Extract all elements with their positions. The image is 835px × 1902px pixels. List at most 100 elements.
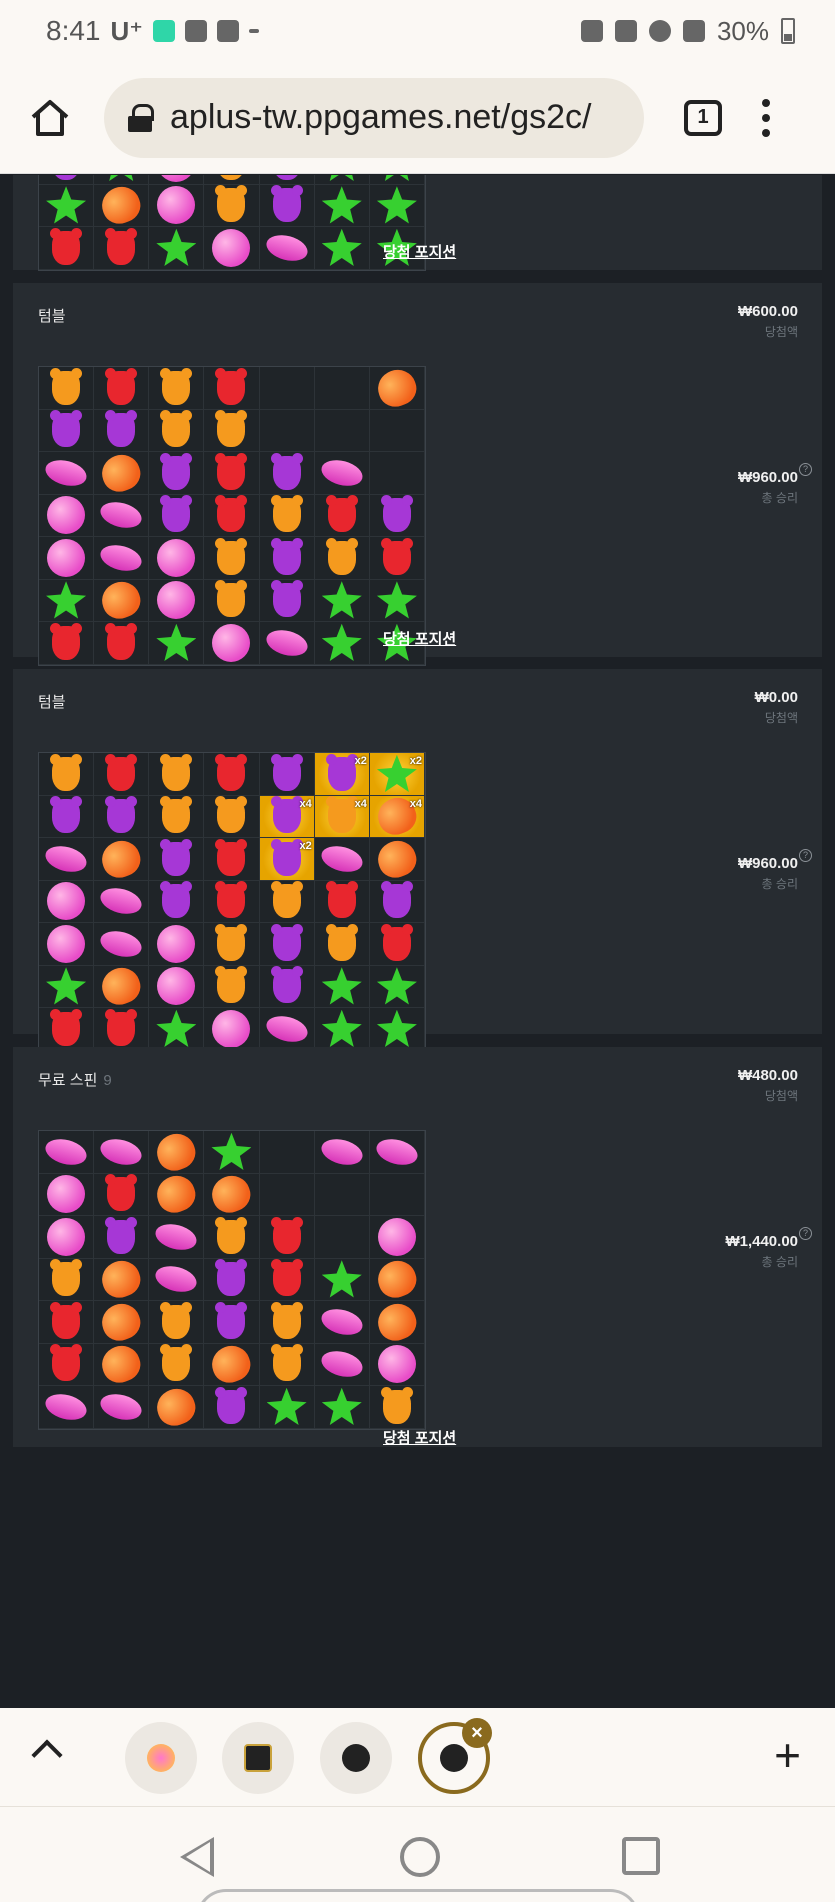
bear-purple-symbol-icon (270, 185, 303, 223)
help-icon[interactable]: ? (799, 463, 812, 476)
reel-cell (259, 1216, 315, 1259)
star-symbol-icon (156, 1009, 197, 1047)
new-tab-plus-icon[interactable]: + (774, 1732, 801, 1778)
bean-symbol-icon (318, 1347, 366, 1382)
reel-cell (369, 452, 425, 495)
reel-cell (259, 494, 315, 537)
reel-cell (314, 367, 370, 410)
bear-orange-symbol-icon (160, 367, 193, 405)
reel-cell (94, 367, 150, 410)
reel-cell (204, 1131, 260, 1174)
bear-purple-symbol-icon (52, 175, 81, 180)
total-win-label: 총 승리 (761, 877, 798, 891)
help-icon[interactable]: ? (799, 849, 812, 862)
reel-cell (259, 923, 315, 966)
reel-cell (94, 449, 150, 497)
reel-cell (149, 1128, 205, 1176)
reel-cell (314, 1301, 370, 1344)
winning-positions-link[interactable]: 당첨 포지션 (13, 1427, 822, 1448)
bear-red-symbol-icon (50, 1344, 83, 1382)
tab-globe[interactable] (320, 1722, 392, 1794)
gesture-handle (196, 1889, 640, 1902)
close-tab-icon[interactable]: × (462, 1718, 492, 1748)
browser-toolbar: aplus-tw.ppgames.net/gs2c/ 1 (0, 62, 835, 174)
bear-orange-symbol-icon (325, 537, 358, 575)
reel-cell (149, 838, 205, 881)
bear-purple-symbol-icon (380, 881, 413, 919)
bear-purple-symbol-icon (105, 796, 138, 834)
tab-globe-active[interactable]: × (418, 1718, 492, 1794)
reel-cell (369, 835, 425, 883)
reel-cell (369, 1343, 425, 1386)
mute-icon (614, 20, 637, 42)
browser-menu-button[interactable] (762, 98, 770, 137)
heart-symbol-icon (97, 181, 146, 229)
winning-positions-link[interactable]: 당첨 포지션 (13, 241, 822, 262)
bean-symbol-icon (42, 455, 90, 490)
reel-cell (149, 409, 205, 452)
reel-cell (259, 753, 315, 796)
bean-symbol-icon (152, 1262, 200, 1297)
reel-cell (369, 880, 425, 923)
heart-symbol-icon (372, 1298, 421, 1346)
bear-purple-symbol-icon (270, 580, 303, 618)
star-symbol-icon (376, 175, 417, 181)
bear-orange-symbol-icon (215, 923, 248, 961)
bear-orange-symbol-icon (215, 185, 248, 223)
reel-cell (369, 409, 425, 452)
multiplier-badge: x2 (409, 755, 422, 767)
bear-purple-symbol-icon (270, 753, 303, 791)
chat-notification-icon (185, 20, 207, 42)
help-icon[interactable]: ? (799, 1227, 812, 1240)
reel-cell (39, 838, 95, 881)
bear-red-symbol-icon (270, 1216, 303, 1254)
reel-cell: x4 (369, 792, 425, 840)
reel-cell (314, 923, 370, 966)
reel-cell (314, 965, 370, 1008)
lolli-symbol-icon (47, 924, 86, 963)
nav-recents-icon[interactable] (622, 1837, 660, 1875)
nav-back-icon[interactable] (180, 1837, 214, 1877)
reel-cell (369, 1131, 425, 1174)
bean-symbol-icon (152, 1219, 200, 1254)
bear-purple-symbol-icon (215, 1386, 248, 1424)
reel-cell (94, 409, 150, 452)
bear-orange-symbol-icon (215, 580, 248, 618)
lolli-symbol-icon (157, 967, 196, 1006)
multiplier-badge: x2 (299, 840, 312, 852)
home-casino-icon (244, 1744, 272, 1772)
bean-symbol-icon (97, 926, 145, 961)
bear-purple-symbol-icon (215, 1301, 248, 1339)
history-content[interactable]: 당첨 포지션 텀블 ₩600.00 당첨액 ₩960.00 총 승리 ? 당첨 … (0, 175, 835, 1708)
tab-count: 1 (697, 106, 709, 128)
bear-red-symbol-icon (215, 367, 248, 405)
reel-cell (314, 409, 370, 452)
lolli-symbol-icon (47, 538, 86, 577)
bean-symbol-icon (97, 1389, 145, 1424)
reel-cell (259, 1008, 315, 1051)
reel-cell (259, 409, 315, 452)
bear-red-symbol-icon (105, 1008, 138, 1046)
winning-positions-link[interactable]: 당첨 포지션 (13, 628, 822, 649)
tab-home-casino[interactable] (222, 1722, 294, 1794)
reel-cell (94, 880, 150, 923)
nav-home-icon[interactable] (400, 1837, 440, 1877)
star-symbol-icon (321, 1260, 362, 1298)
reel-cell (259, 1258, 315, 1301)
url-field[interactable]: aplus-tw.ppgames.net/gs2c/ (104, 77, 644, 158)
reel-cell (39, 494, 95, 537)
reel-grid: x2 x2 x4 x4 x4 x2 (38, 752, 426, 1052)
reel-cell (204, 184, 260, 227)
reel-cell (369, 1298, 425, 1346)
card-title: 텀블 (38, 308, 66, 325)
bean-symbol-icon (318, 1304, 366, 1339)
reel-cell (314, 494, 370, 537)
expand-tabs-chevron-up-icon[interactable] (31, 1739, 63, 1771)
win-amount: ₩0.00 당첨액 (755, 689, 798, 726)
reel-cell (149, 753, 205, 796)
reel-cell (204, 880, 260, 923)
reel-cell: x4 (259, 795, 315, 838)
home-button[interactable] (22, 90, 78, 146)
tab-candy-game[interactable] (125, 1722, 197, 1794)
tab-switcher-button[interactable]: 1 (684, 99, 722, 136)
